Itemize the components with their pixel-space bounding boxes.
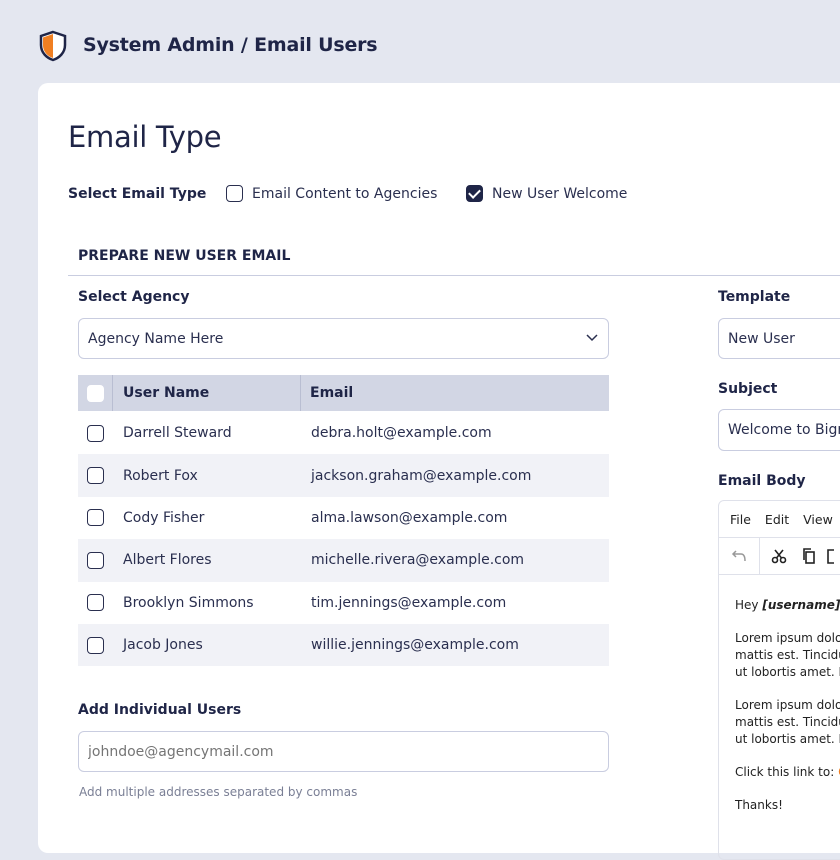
- user-email: alma.lawson@example.com: [311, 509, 508, 526]
- divider: [68, 275, 840, 276]
- option-label: Email Content to Agencies: [252, 185, 438, 202]
- menu-file[interactable]: File: [730, 512, 751, 527]
- option-label: New User Welcome: [492, 185, 628, 202]
- user-email: michelle.rivera@example.com: [311, 552, 525, 569]
- user-email: willie.jennings@example.com: [311, 637, 519, 654]
- user-email: jackson.graham@example.com: [311, 467, 532, 484]
- checkbox[interactable]: [226, 185, 243, 202]
- table-row[interactable]: Brooklyn Simmons tim.jennings@example.com: [78, 582, 609, 624]
- menu-view[interactable]: View: [803, 512, 833, 527]
- table-row[interactable]: Albert Flores michelle.rivera@example.com: [78, 539, 609, 582]
- editor-toolbar: [719, 538, 840, 575]
- section-title: PREPARE NEW USER EMAIL: [78, 248, 291, 264]
- paragraph-1: Lorem ipsum dolo mattis est. Tincidu ut lo…: [735, 631, 840, 679]
- table-header: User Name Email: [78, 375, 609, 411]
- table-row[interactable]: Jacob Jones willie.jennings@example.com: [78, 624, 609, 667]
- agency-value: Agency Name Here: [88, 330, 224, 347]
- row-checkbox[interactable]: [87, 509, 104, 527]
- individual-users-label: Add Individual Users: [78, 702, 242, 718]
- greeting-text: Hey: [735, 598, 763, 612]
- select-all-checkbox[interactable]: [86, 384, 104, 402]
- agency-label: Select Agency: [78, 289, 190, 305]
- link-line: Click this link to: C: [735, 764, 840, 781]
- column-email[interactable]: Email: [301, 375, 353, 411]
- table-row[interactable]: Darrell Steward debra.holt@example.com: [78, 412, 609, 454]
- user-email: debra.holt@example.com: [311, 425, 492, 442]
- editor-menubar: File Edit View: [719, 501, 840, 538]
- subject-input[interactable]: Welcome to Bign: [718, 409, 840, 451]
- email-type-new-user-option[interactable]: New User Welcome: [466, 185, 627, 202]
- editor-content[interactable]: Hey [username], Lorem ipsum dolo mattis e…: [719, 575, 840, 814]
- template-select[interactable]: New User: [718, 318, 840, 359]
- row-checkbox[interactable]: [87, 467, 104, 485]
- row-checkbox[interactable]: [87, 551, 104, 569]
- copy-icon[interactable]: [798, 548, 820, 564]
- column-user-name[interactable]: User Name: [113, 375, 301, 411]
- signoff: Thanks!: [735, 798, 783, 812]
- page-title: Email Type: [68, 120, 222, 154]
- undo-icon[interactable]: [719, 538, 760, 574]
- row-checkbox[interactable]: [87, 424, 104, 442]
- subject-label: Subject: [718, 381, 778, 397]
- page-breadcrumb: System Admin / Email Users: [83, 34, 378, 56]
- row-checkbox[interactable]: [87, 594, 104, 612]
- individual-users-input[interactable]: [78, 731, 609, 772]
- user-name: Brooklyn Simmons: [123, 594, 254, 611]
- table-row[interactable]: Cody Fisher alma.lawson@example.com: [78, 497, 609, 539]
- chevron-down-icon: [585, 331, 599, 347]
- menu-edit[interactable]: Edit: [765, 512, 789, 527]
- user-email: tim.jennings@example.com: [311, 594, 507, 611]
- paste-icon[interactable]: [820, 548, 840, 564]
- cut-icon[interactable]: [760, 548, 798, 564]
- template-label: Template: [718, 289, 791, 305]
- user-name: Robert Fox: [123, 467, 198, 484]
- email-body-label: Email Body: [718, 473, 806, 489]
- agency-select[interactable]: Agency Name Here: [78, 318, 609, 359]
- paragraph-2: Lorem ipsum dolo mattis est. Tincidu ut lo…: [735, 698, 840, 746]
- greeting: Hey [username],: [735, 597, 840, 614]
- shield-icon: [38, 30, 68, 66]
- email-type-label: Select Email Type: [68, 186, 207, 202]
- row-checkbox[interactable]: [87, 636, 104, 654]
- checkbox-checked[interactable]: [466, 185, 483, 202]
- user-name: Jacob Jones: [123, 637, 203, 654]
- user-name: Darrell Steward: [123, 425, 232, 442]
- email-type-agencies-option[interactable]: Email Content to Agencies: [226, 185, 437, 202]
- individual-users-hint: Add multiple addresses separated by comm…: [79, 785, 358, 799]
- user-name: Albert Flores: [123, 552, 212, 569]
- table-row[interactable]: Robert Fox jackson.graham@example.com: [78, 454, 609, 497]
- username-placeholder: [username],: [762, 598, 840, 612]
- user-name: Cody Fisher: [123, 509, 205, 526]
- email-body-editor[interactable]: File Edit View Hey [username], Lorem ips…: [718, 500, 840, 860]
